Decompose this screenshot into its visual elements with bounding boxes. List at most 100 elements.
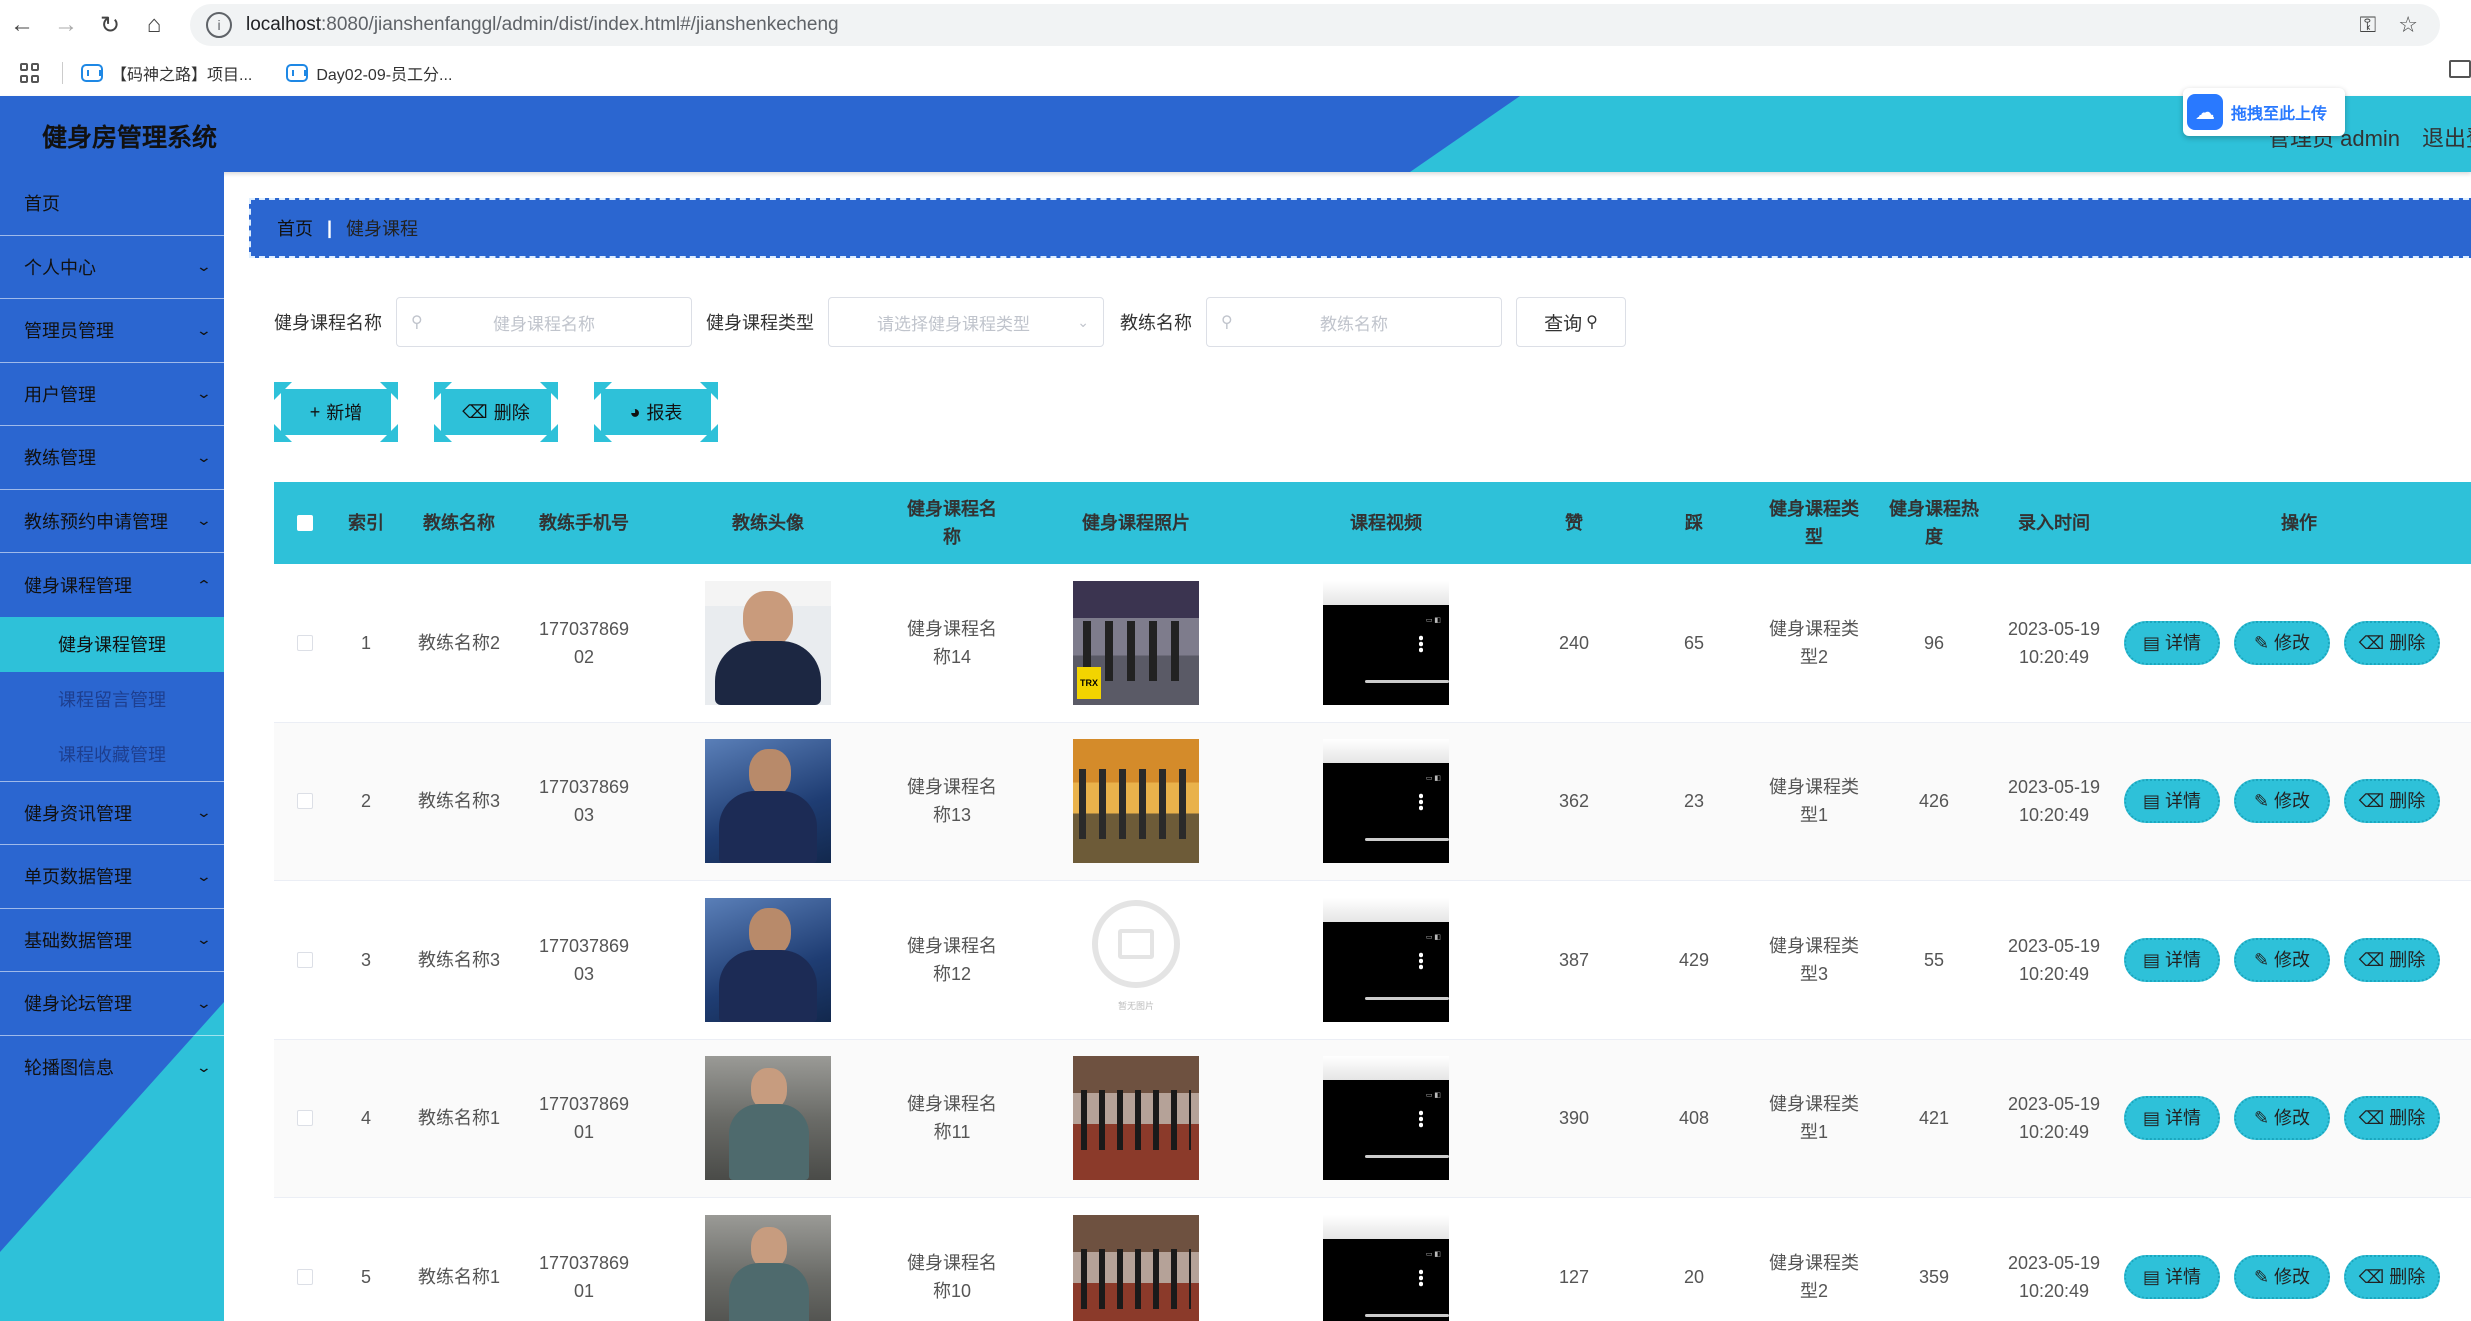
edit-button[interactable]: ✎ 修改 [2234, 1254, 2330, 1299]
coach-name-input[interactable]: ⚲ 教练名称 [1206, 297, 1502, 347]
add-button[interactable]: + 新增 [274, 382, 398, 442]
bookmark-item[interactable]: 【码神之路】项目... [81, 61, 252, 85]
password-key-icon[interactable]: ⚿ [2360, 12, 2377, 38]
apps-grid-icon[interactable] [20, 63, 40, 83]
chevron-down-icon: ⌄ [195, 931, 213, 948]
sidebar-item-admins[interactable]: 管理员管理 ⌄ [0, 299, 224, 363]
breadcrumb-home[interactable]: 首页 [277, 215, 313, 241]
course-video-player[interactable]: ▭ ◧ [1323, 897, 1449, 1022]
delete-button[interactable]: ⌫ 删除 [2344, 620, 2440, 665]
course-photo-image[interactable] [1073, 1214, 1199, 1321]
bookmark-star-icon[interactable]: ☆ [2398, 12, 2418, 38]
back-icon[interactable]: ← [0, 0, 44, 50]
sidebar-item-label: 首页 [24, 194, 60, 215]
sidebar-subitem-course-manage[interactable]: 健身课程管理 [0, 616, 224, 672]
sidebar-item-carousel[interactable]: 轮播图信息 ⌄ [0, 1036, 224, 1100]
detail-button[interactable]: ▤ 详情 [2124, 1254, 2220, 1299]
chevron-down-icon: ⌄ [195, 385, 213, 402]
edit-label: 修改 [2274, 1108, 2311, 1129]
course-type-select[interactable]: 请选择健身课程类型 ⌄ [828, 297, 1104, 347]
cell-coach-name: 教练名称1 [417, 1266, 500, 1287]
edit-button[interactable]: ✎ 修改 [2234, 779, 2330, 824]
delete-button[interactable]: ⌫ 删除 [2344, 1096, 2440, 1141]
sidebar-subitem-course-comments[interactable]: 课程留言管理 [0, 672, 224, 727]
sidebar-item-coaches[interactable]: 教练管理 ⌄ [0, 426, 224, 490]
chevron-down-icon: ⌄ [195, 804, 213, 821]
sidebar-item-pages[interactable]: 单页数据管理 ⌄ [0, 845, 224, 909]
sidebar-item-base-data[interactable]: 基础数据管理 ⌄ [0, 909, 224, 972]
sidebar-subitem-course-favorites[interactable]: 课程收藏管理 [0, 727, 224, 782]
delete-button[interactable]: ⌫ 删除 [2344, 937, 2440, 982]
cell-heat: 96 [1923, 632, 1945, 653]
course-photo-placeholder[interactable]: 暂无图片 [1073, 897, 1199, 1022]
course-video-player[interactable]: ▭ ◧ [1323, 1214, 1449, 1321]
more-vertical-icon[interactable] [1419, 793, 1423, 812]
course-video-player[interactable]: ▭ ◧ [1323, 1056, 1449, 1181]
coach-avatar-image[interactable] [705, 1056, 831, 1181]
bookmark-item[interactable]: Day02-09-员工分... [286, 61, 452, 85]
delete-button[interactable]: ⌫ 删除 [2344, 779, 2440, 824]
reload-icon[interactable]: ↻ [88, 0, 132, 50]
cell-course-type: 健身课程类型1 [1769, 777, 1859, 826]
row-checkbox[interactable] [297, 1110, 313, 1127]
logout-link[interactable]: 退出登 [2422, 121, 2471, 153]
document-icon: ▤ [2142, 949, 2160, 970]
home-icon[interactable]: ⌂ [132, 0, 176, 50]
sidebar-item-courses[interactable]: 健身课程管理 ⌄ [0, 553, 224, 617]
cell-coach-name: 教练名称1 [417, 1108, 500, 1129]
course-video-player[interactable]: ▭ ◧ [1323, 739, 1449, 864]
more-vertical-icon[interactable] [1419, 951, 1423, 970]
edit-label: 修改 [2274, 632, 2311, 653]
cell-course-type: 健身课程类型2 [1769, 1252, 1859, 1301]
course-video-player[interactable]: ▭ ◧ [1323, 580, 1449, 705]
edit-button[interactable]: ✎ 修改 [2234, 937, 2330, 982]
app-header: 健身房管理系统 管理员 admin 退出登 [0, 96, 2471, 172]
trash-icon: ⌫ [2358, 949, 2385, 970]
detail-button[interactable]: ▤ 详情 [2124, 620, 2220, 665]
more-vertical-icon[interactable] [1419, 1110, 1423, 1129]
header-course-name: 健身课程名称 [907, 499, 997, 547]
row-checkbox[interactable] [297, 1268, 313, 1285]
coach-avatar-image[interactable] [705, 897, 831, 1022]
bookmark-folder-icon[interactable] [2449, 60, 2471, 78]
row-checkbox[interactable] [297, 793, 313, 810]
row-checkbox[interactable] [297, 634, 313, 651]
chevron-down-icon: ⌄ [195, 867, 213, 884]
coach-avatar-image[interactable] [705, 580, 831, 705]
coach-avatar-image[interactable] [705, 1214, 831, 1321]
sidebar-item-coach-booking[interactable]: 教练预约申请管理 ⌄ [0, 490, 224, 553]
course-photo-image[interactable] [1073, 1056, 1199, 1181]
address-bar[interactable]: i localhost:8080/jianshenfanggl/admin/di… [190, 4, 2440, 46]
edit-label: 修改 [2274, 949, 2311, 970]
detail-button[interactable]: ▤ 详情 [2124, 937, 2220, 982]
upload-label: 拖拽至此上传 [2231, 106, 2328, 123]
trash-icon: ⌫ [2358, 1266, 2385, 1287]
course-name-input[interactable]: ⚲ 健身课程名称 [396, 297, 692, 347]
cell-index: 1 [360, 632, 371, 653]
more-vertical-icon[interactable] [1419, 1268, 1423, 1287]
select-all-checkbox[interactable] [297, 515, 313, 531]
sidebar-menu: 首页 个人中心 ⌄ 管理员管理 ⌄ 用户管理 ⌄ 教练管理 ⌄ 教练预约申请管理… [0, 172, 224, 1099]
edit-button[interactable]: ✎ 修改 [2234, 1096, 2330, 1141]
site-info-icon[interactable]: i [206, 12, 232, 38]
drag-upload-widget[interactable]: ☁ 拖拽至此上传 [2183, 88, 2345, 136]
query-button[interactable]: 查询 ⚲ [1516, 297, 1626, 347]
course-photo-image[interactable] [1073, 580, 1199, 705]
more-vertical-icon[interactable] [1419, 634, 1423, 653]
coach-avatar-image[interactable] [705, 739, 831, 864]
url-host: localhost [246, 14, 321, 35]
row-checkbox[interactable] [297, 951, 313, 968]
edit-button[interactable]: ✎ 修改 [2234, 620, 2330, 665]
batch-delete-button[interactable]: ⌫ 删除 [434, 382, 558, 442]
sidebar-item-home[interactable]: 首页 [0, 172, 224, 236]
sidebar-item-news[interactable]: 健身资讯管理 ⌄ [0, 782, 224, 845]
detail-button[interactable]: ▤ 详情 [2124, 1096, 2220, 1141]
forward-icon[interactable]: → [44, 0, 88, 50]
course-photo-image[interactable] [1073, 739, 1199, 864]
sidebar-item-profile[interactable]: 个人中心 ⌄ [0, 236, 224, 299]
delete-button[interactable]: ⌫ 删除 [2344, 1254, 2440, 1299]
report-button[interactable]: ◕ 报表 [594, 382, 718, 442]
sidebar-item-forum[interactable]: 健身论坛管理 ⌄ [0, 972, 224, 1036]
sidebar-item-users[interactable]: 用户管理 ⌄ [0, 363, 224, 426]
detail-button[interactable]: ▤ 详情 [2124, 779, 2220, 824]
